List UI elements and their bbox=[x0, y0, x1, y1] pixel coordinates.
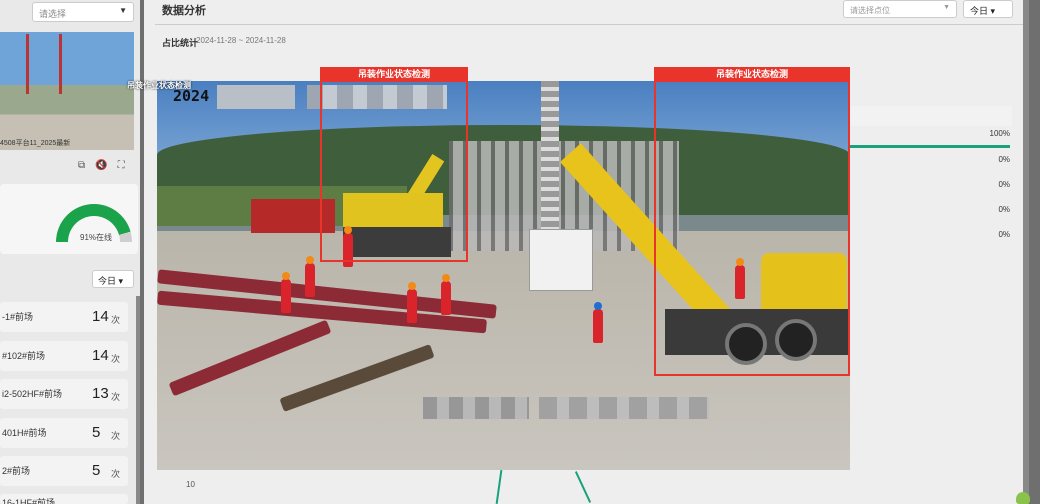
list-item-unit: 次 bbox=[111, 431, 121, 441]
list-item-name: -1#前场 bbox=[2, 312, 34, 322]
detection-box bbox=[654, 80, 850, 376]
rig-graphic bbox=[26, 34, 62, 94]
list-item[interactable]: i2-502HF#前场 13 次 bbox=[0, 379, 128, 409]
list-item[interactable]: -1#前场 14 次 bbox=[0, 302, 128, 332]
progress-fill bbox=[850, 145, 1010, 148]
list-item-name: 401H#前场 bbox=[2, 428, 47, 438]
percentage-label: 0% bbox=[998, 155, 1010, 164]
worker bbox=[441, 274, 451, 315]
page-title: 数据分析 bbox=[162, 5, 206, 17]
point-select[interactable]: 请选择点位 ▼ bbox=[843, 0, 957, 18]
thumbnail-controls: ⧉🔇⛶ bbox=[78, 160, 135, 171]
chevron-down-icon: ▼ bbox=[119, 6, 127, 15]
worker bbox=[407, 282, 417, 323]
masked-area bbox=[423, 397, 529, 419]
percentage-label: 0% bbox=[998, 180, 1010, 189]
list-item-count: 5 bbox=[92, 424, 101, 441]
worker bbox=[593, 302, 603, 343]
online-gauge-card: 91%在线 bbox=[0, 184, 138, 254]
worker bbox=[305, 256, 315, 297]
site-select[interactable]: 请选择 ▼ bbox=[32, 2, 134, 22]
point-select-placeholder: 请选择点位 bbox=[850, 6, 890, 15]
white-container bbox=[529, 229, 593, 291]
list-item-unit: 次 bbox=[111, 469, 121, 479]
list-item-unit: 次 bbox=[111, 315, 121, 325]
list-item-name: 16-1HF#前场 bbox=[2, 498, 56, 504]
left-scrollbar[interactable] bbox=[136, 296, 140, 504]
masked-area bbox=[539, 397, 709, 419]
detection-box bbox=[320, 80, 468, 262]
screenshot-icon[interactable]: ⧉ bbox=[78, 160, 95, 171]
list-item-count: 5 bbox=[92, 462, 101, 479]
today-label: 今日 bbox=[98, 276, 117, 286]
list-item-unit: 次 bbox=[111, 392, 121, 402]
camera-thumbnail[interactable]: 4508平台11_2025最新 bbox=[0, 32, 134, 150]
stats-date: 2024-11-28 ~ 2024-11-28 bbox=[196, 36, 286, 45]
stats-header-strip bbox=[850, 106, 1012, 126]
percentage-label: 100% bbox=[989, 129, 1010, 138]
list-item[interactable]: 16-1HF#前场 bbox=[0, 494, 128, 504]
today-label: 今日 bbox=[970, 6, 989, 16]
mute-icon[interactable]: 🔇 bbox=[95, 160, 117, 171]
derrick bbox=[541, 81, 559, 241]
list-item-name: i2-502HF#前场 bbox=[2, 389, 63, 399]
stats-title: 占比统计 bbox=[162, 38, 199, 48]
today-select-right[interactable]: 今日 ▾ bbox=[963, 0, 1013, 18]
list-item-count: 14 bbox=[92, 347, 109, 364]
list-item[interactable]: 401H#前场 5 次 bbox=[0, 418, 128, 448]
chevron-down-icon: ▼ bbox=[943, 4, 950, 11]
list-item[interactable]: #102#前场 14 次 bbox=[0, 341, 128, 371]
fullscreen-icon[interactable]: ⛶ bbox=[118, 160, 135, 171]
thumbnail-caption: 4508平台11_2025最新 bbox=[0, 140, 71, 147]
overlay-label: 吊装作业状态检测 bbox=[127, 81, 191, 90]
site-select-placeholder: 请选择 bbox=[39, 9, 67, 19]
gauge-text: 91%在线 bbox=[80, 233, 113, 242]
percentage-label: 0% bbox=[998, 205, 1010, 214]
worker bbox=[281, 272, 291, 313]
main-scrollbar[interactable] bbox=[1023, 0, 1029, 504]
list-item-name: 2#前场 bbox=[2, 466, 31, 476]
list-item-name: #102#前场 bbox=[2, 351, 46, 361]
list-item-count: 13 bbox=[92, 385, 109, 402]
detection-label: 吊装作业状态检测 bbox=[320, 67, 468, 81]
list-item-count: 14 bbox=[92, 308, 109, 325]
divider bbox=[155, 24, 1025, 25]
list-item[interactable]: 2#前场 5 次 bbox=[0, 456, 128, 486]
percentage-label: 0% bbox=[998, 230, 1010, 239]
mascot-icon[interactable] bbox=[1016, 492, 1030, 504]
today-select-left[interactable]: 今日 ▾ bbox=[92, 270, 134, 288]
masked-area bbox=[217, 85, 295, 109]
list-item-unit: 次 bbox=[111, 354, 121, 364]
chart-tick-label: 10 bbox=[186, 480, 195, 489]
detection-label: 吊装作业状态检测 bbox=[654, 67, 850, 81]
